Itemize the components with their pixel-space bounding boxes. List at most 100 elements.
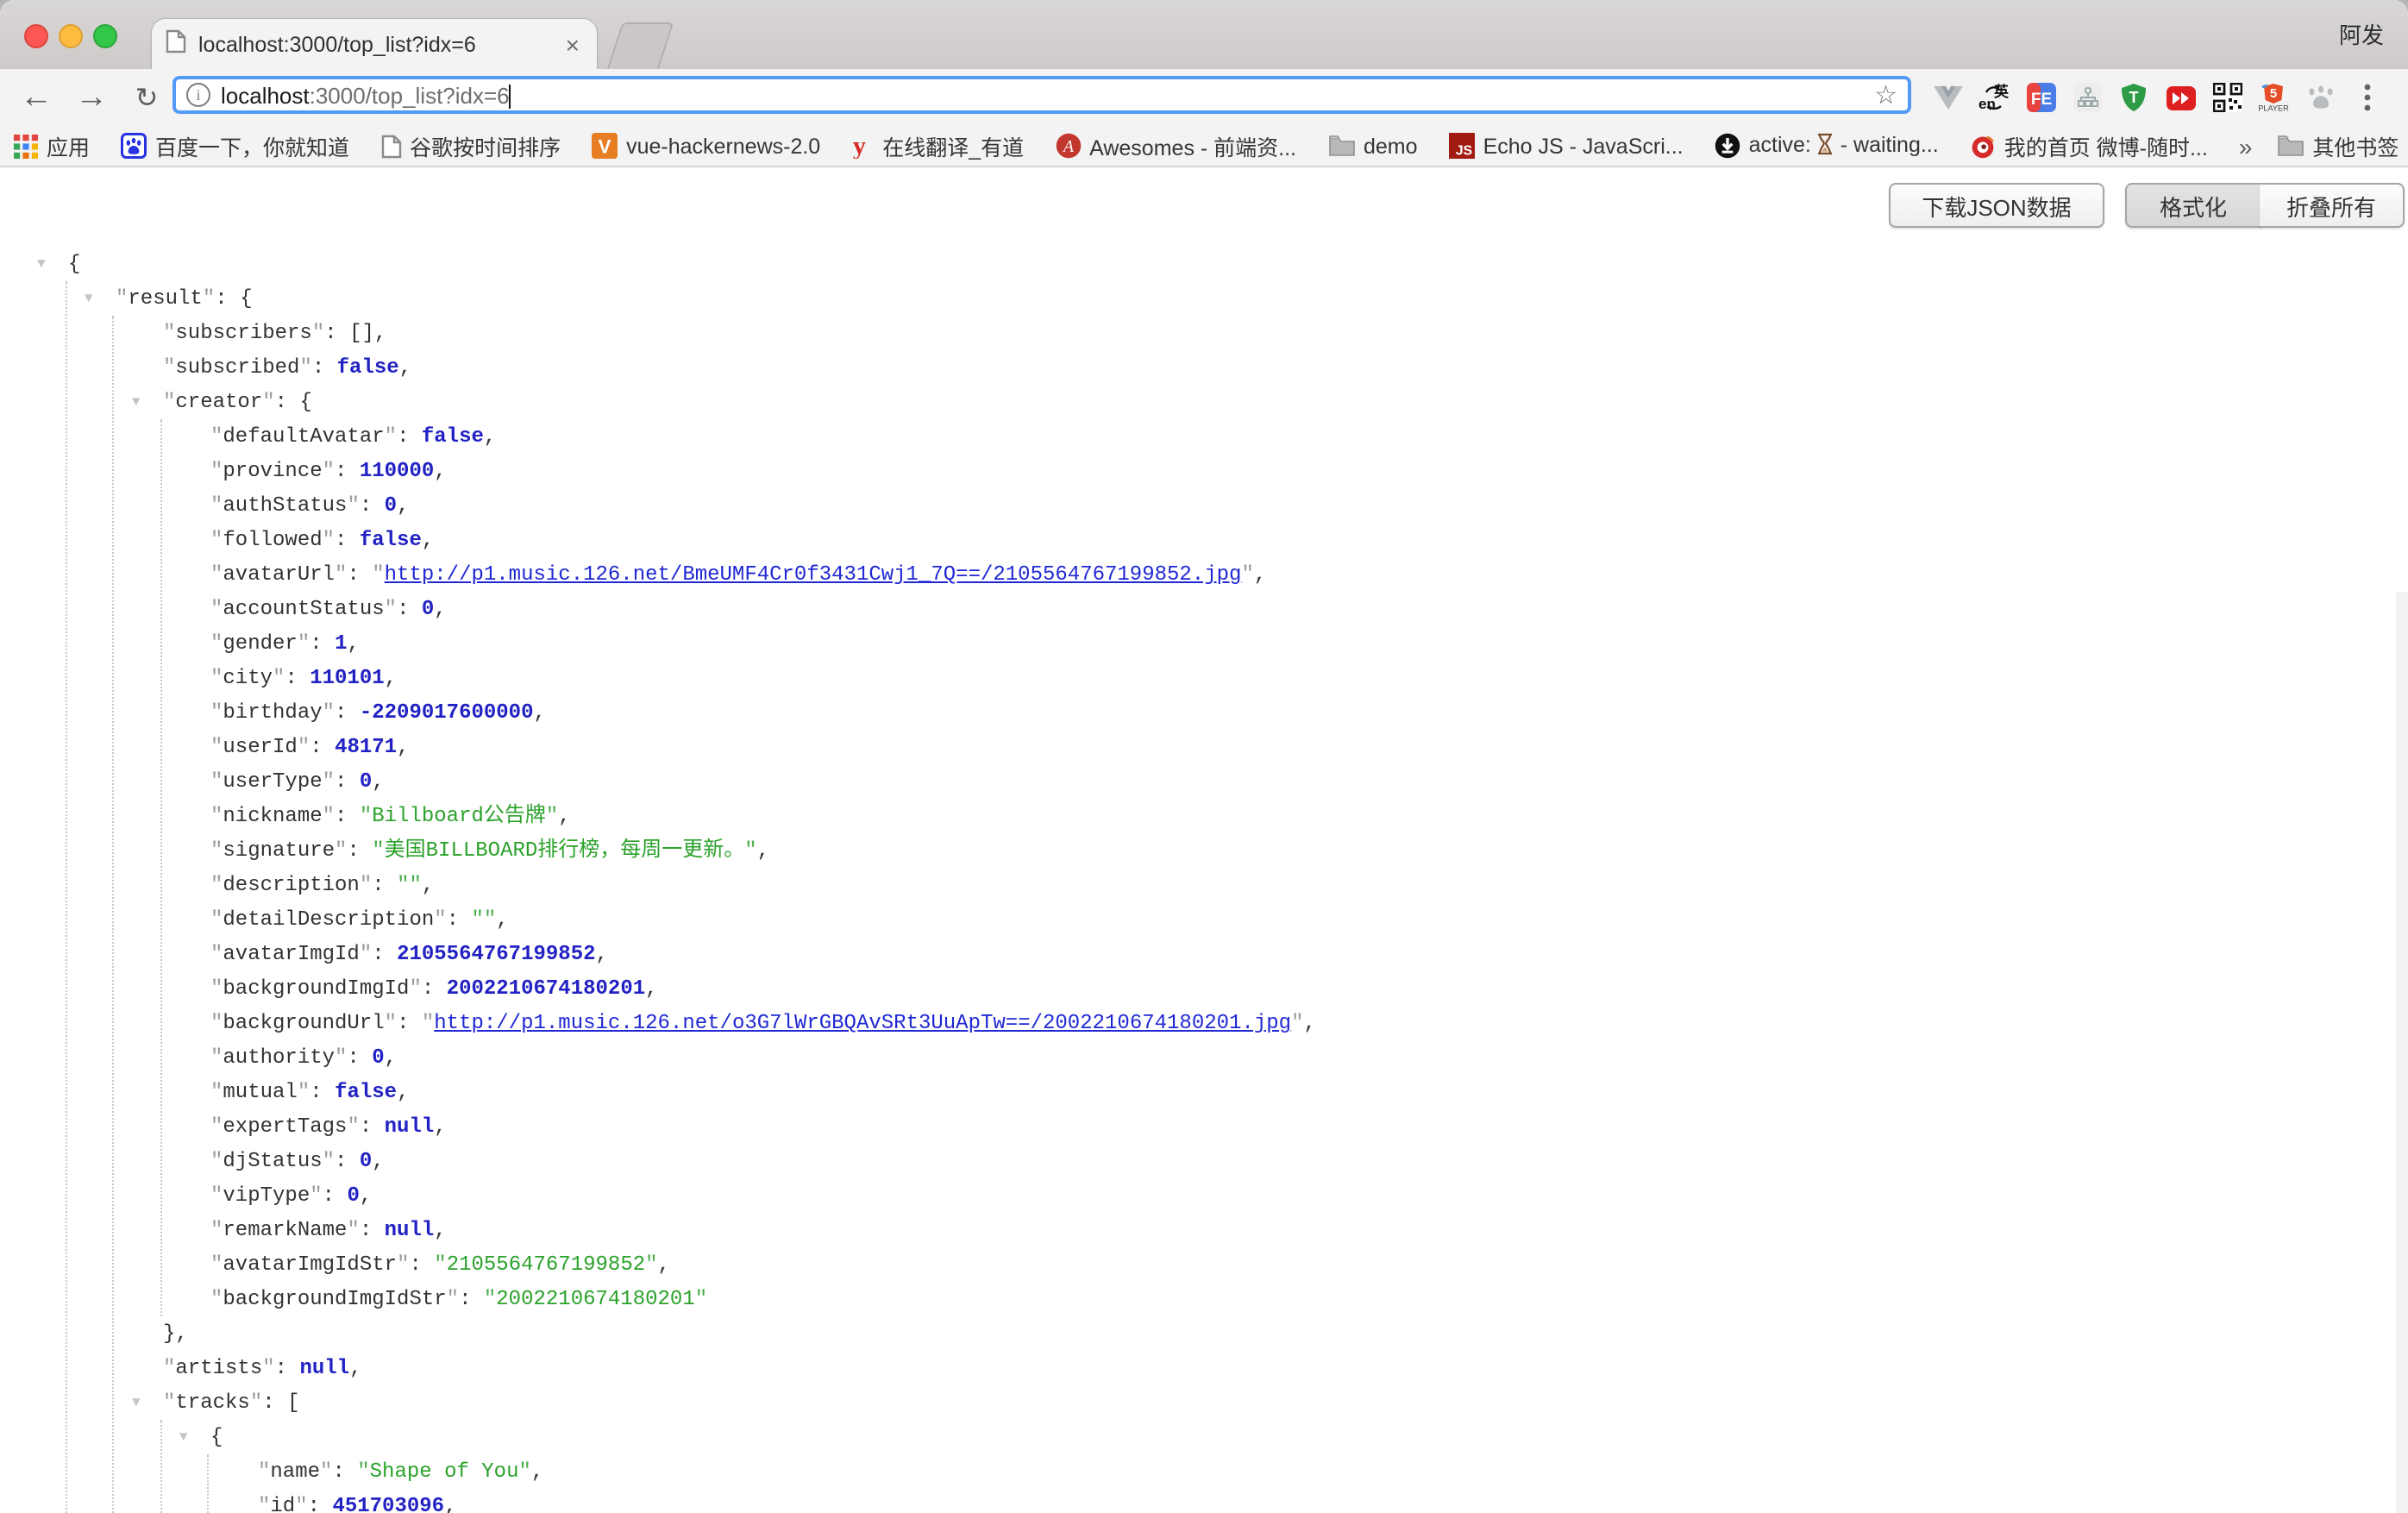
collapse-toggle-icon[interactable]: ▼: [85, 283, 93, 317]
sitemap-icon[interactable]: [2072, 82, 2103, 113]
collapse-all-button[interactable]: 折叠所有: [2260, 183, 2405, 228]
json-key: avatarImgIdStr: [223, 1252, 397, 1277]
bookmark-item[interactable]: 谷歌按时间排序: [380, 129, 561, 162]
baidu-paw-icon: [121, 133, 147, 159]
svg-text:V: V: [599, 135, 611, 157]
bookmark-item[interactable]: 我的首页 微博-随时...: [1970, 129, 2208, 162]
bookmark-item[interactable]: AAwesomes - 前端资...: [1055, 129, 1296, 162]
json-comma: ,: [534, 700, 546, 725]
site-info-icon[interactable]: i: [186, 83, 210, 107]
json-tree: ▼{▼"result": {"subscribers": [],"subscri…: [0, 247, 2394, 1513]
url-host: localhost: [221, 82, 310, 108]
title-bar: localhost:3000/top_list?idx=6 × 阿发: [0, 0, 2408, 71]
json-key: backgroundImgIdStr: [223, 1287, 446, 1311]
json-value: 2002210674180201: [447, 976, 645, 1001]
bookmark-item[interactable]: Vvue-hackernews-2.0: [592, 133, 820, 159]
json-key-quote: ": [210, 1114, 223, 1139]
json-key-quote: ": [210, 976, 223, 1001]
json-key-quote: ": [323, 1149, 335, 1173]
json-key: result: [128, 286, 202, 311]
format-button[interactable]: 格式化: [2125, 183, 2261, 228]
json-string-quote: ": [1241, 562, 1253, 587]
json-key: authStatus: [223, 493, 347, 518]
bookmark-item[interactable]: 百度一下，你就知道: [121, 129, 349, 162]
json-value: null: [299, 1356, 349, 1380]
paw-icon[interactable]: [2305, 82, 2336, 113]
other-bookmarks-folder[interactable]: 其他书签: [2276, 129, 2399, 162]
youdao-icon: y: [851, 133, 874, 159]
svg-text:PLAYER: PLAYER: [2258, 104, 2289, 112]
json-line: ▼"creator": {: [0, 385, 2394, 419]
bookmark-item[interactable]: JSEcho JS - JavaScri...: [1449, 133, 1684, 159]
json-key-quote: ": [397, 1252, 409, 1277]
new-tab-button[interactable]: [606, 22, 674, 72]
json-key-quote: ": [385, 424, 397, 449]
zoom-window-button[interactable]: [93, 24, 117, 48]
url-path: :3000/top_list?idx=6: [310, 82, 510, 108]
json-value: null: [385, 1114, 435, 1139]
collapse-toggle-icon[interactable]: ▼: [37, 248, 46, 283]
fast-forward-icon[interactable]: [2165, 82, 2196, 113]
json-string-quote: ": [546, 804, 558, 828]
shield-t-icon[interactable]: T: [2118, 82, 2149, 113]
json-line: "backgroundImgId": 2002210674180201,: [0, 971, 2394, 1006]
json-colon: :: [310, 631, 335, 656]
json-key: djStatus: [223, 1149, 322, 1173]
weibo-icon: [1970, 133, 1996, 159]
collapse-toggle-icon[interactable]: ▼: [132, 1387, 141, 1422]
reload-icon[interactable]: ↻: [124, 69, 169, 126]
json-string-quote: ": [360, 804, 372, 828]
scrollbar[interactable]: [2396, 592, 2408, 1513]
json-link-value[interactable]: http://p1.music.126.net/o3G7lWrGBQAvSRt3…: [434, 1011, 1291, 1035]
vue-devtools-icon[interactable]: [1932, 82, 1963, 113]
minimize-window-button[interactable]: [59, 24, 83, 48]
json-value: 110000: [360, 459, 434, 483]
json-colon: :: [275, 390, 300, 414]
bookmark-item[interactable]: demo: [1327, 134, 1418, 158]
json-key: nickname: [223, 804, 322, 828]
json-string-quote: ": [372, 562, 384, 587]
json-key-quote: ": [210, 493, 223, 518]
more-menu-icon[interactable]: [2351, 82, 2382, 113]
back-icon[interactable]: ←: [14, 69, 59, 126]
bookmark-item[interactable]: active: - waiting...: [1715, 132, 1939, 160]
json-colon: :: [323, 1183, 348, 1208]
json-string-quote: ": [422, 1011, 434, 1035]
address-bar[interactable]: i localhost:3000/top_list?idx=6 ☆: [172, 76, 1911, 114]
fe-icon[interactable]: FE: [2025, 82, 2056, 113]
qr-code-icon[interactable]: [2211, 82, 2242, 113]
json-key-quote: ": [360, 873, 372, 897]
json-line: "detailDescription": "",: [0, 902, 2394, 937]
download-json-button[interactable]: 下载JSON数据: [1889, 183, 2104, 228]
translate-icon[interactable]: en英: [1978, 82, 2010, 113]
tab-localhost[interactable]: localhost:3000/top_list?idx=6 ×: [152, 19, 597, 71]
json-key: creator: [175, 390, 262, 414]
json-key-quote: ": [210, 1149, 223, 1173]
h5-player-icon[interactable]: 5PLAYER: [2258, 82, 2289, 113]
json-key-quote: ": [409, 976, 421, 1001]
json-key-quote: ": [210, 459, 223, 483]
json-key-quote: ": [210, 1080, 223, 1104]
json-line: "userId": 48171,: [0, 730, 2394, 764]
page-content: 下载JSON数据 格式化 折叠所有 ▼{▼"result": {"subscri…: [0, 169, 2408, 1513]
bookmark-item[interactable]: 应用: [14, 129, 90, 162]
profile-name[interactable]: 阿发: [2339, 17, 2384, 50]
tab-close-icon[interactable]: ×: [562, 31, 583, 59]
awesomes-icon: A: [1055, 133, 1081, 159]
close-window-button[interactable]: [24, 24, 48, 48]
json-key-quote: ": [210, 1287, 223, 1311]
collapse-toggle-icon[interactable]: ▼: [132, 386, 141, 421]
json-colon: :: [335, 459, 360, 483]
json-line: "artists": null,: [0, 1351, 2394, 1385]
bookmark-item[interactable]: y在线翻译_有道: [851, 129, 1024, 162]
json-key-quote: ": [210, 1252, 223, 1277]
bookmarks-overflow-chevron[interactable]: »: [2239, 132, 2253, 160]
json-line: "city": 110101,: [0, 661, 2394, 695]
json-colon: :: [324, 321, 349, 345]
json-key: followed: [223, 528, 322, 552]
forward-icon[interactable]: →: [69, 69, 114, 126]
url-text[interactable]: localhost:3000/top_list?idx=6: [221, 82, 1874, 108]
json-link-value[interactable]: http://p1.music.126.net/BmeUMF4Cr0f3431C…: [385, 562, 1242, 587]
collapse-toggle-icon[interactable]: ▼: [179, 1422, 188, 1456]
bookmark-star-icon[interactable]: ☆: [1874, 79, 1897, 110]
